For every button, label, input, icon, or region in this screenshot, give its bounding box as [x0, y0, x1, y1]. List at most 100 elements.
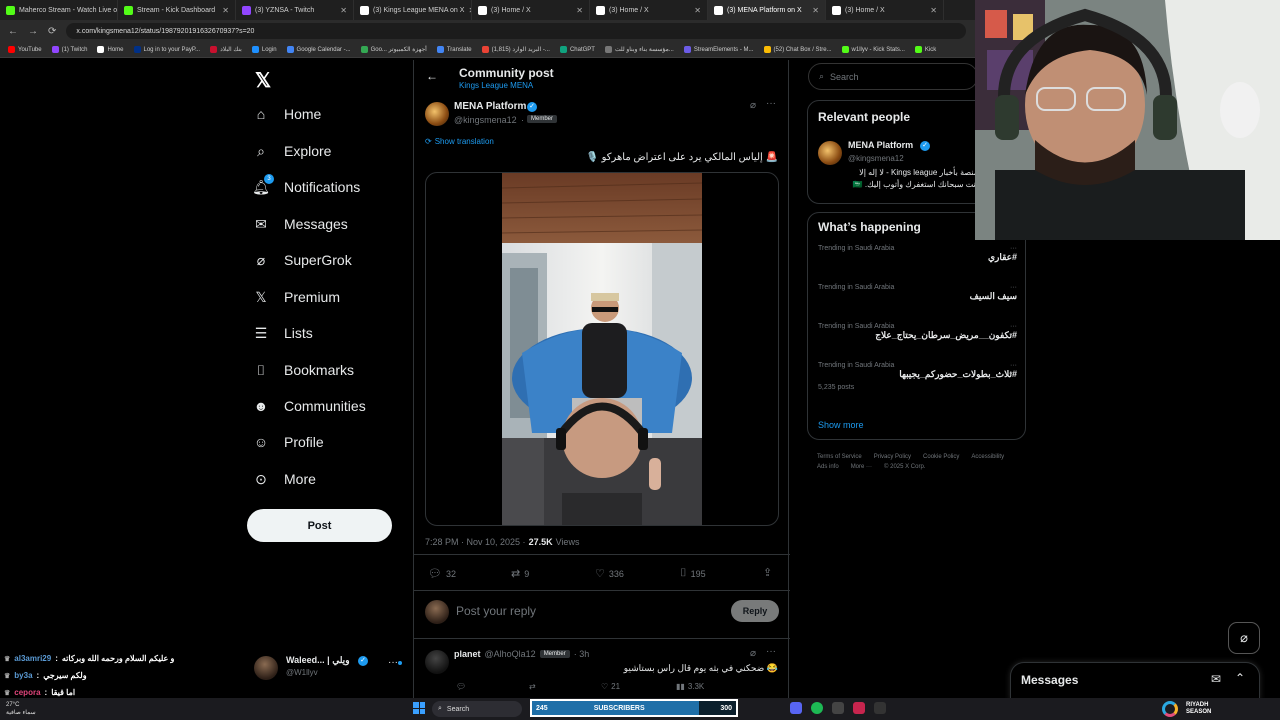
footer-link[interactable]: Cookie Policy [923, 454, 959, 460]
show-more-link[interactable]: Show more [818, 420, 864, 430]
grok-icon[interactable]: ⌀ [750, 648, 756, 659]
bookmark-link[interactable]: w1llyv - Kick Stats... [841, 46, 905, 53]
bookmark-link[interactable]: Log in to your PayP... [133, 46, 200, 53]
more-icon[interactable]: ··· [1010, 245, 1017, 252]
close-icon[interactable]: ✕ [340, 6, 347, 15]
bookmark-link[interactable]: (1) Twitch [51, 46, 87, 53]
browser-tab[interactable]: (3) Home / X ✕ [826, 0, 944, 20]
bookmark-link[interactable]: بنك البلاد [210, 46, 242, 53]
nav-item-profile[interactable]: ☺ Profile [252, 433, 324, 451]
like-action[interactable]: ♡ 21 [601, 682, 620, 691]
close-icon[interactable]: ✕ [576, 6, 583, 15]
browser-tab[interactable]: (3) MENA Platform on X ✕ [708, 0, 826, 20]
app-icon[interactable] [853, 702, 865, 714]
bookmark-link[interactable]: Kick [914, 46, 936, 53]
like-action[interactable]: ♡ 336 [595, 567, 624, 580]
bookmark-link[interactable]: (52) Chat Box / Stre... [763, 46, 832, 53]
reply-input[interactable]: Post your reply [456, 604, 536, 618]
reply-button[interactable]: Reply [731, 600, 779, 622]
nav-item-communities[interactable]: ☻ Communities [252, 397, 366, 415]
trend-item[interactable]: Trending in Saudi Arabia ··· #ثلاث_بطولات_… [818, 362, 1017, 391]
taskbar-search[interactable]: ⌕ Search [432, 701, 522, 717]
footer-link[interactable]: © 2025 X Corp. [884, 464, 925, 470]
show-translation-link[interactable]: ⟳ Show translation [425, 137, 494, 146]
grok-icon[interactable]: ⌀ [750, 100, 756, 111]
close-icon[interactable]: ✕ [222, 6, 229, 15]
browser-tab[interactable]: (3) Kings League MENA on X✕ [354, 0, 472, 20]
app-icon[interactable] [874, 702, 886, 714]
bookmark-action[interactable]: ⌷ 195 [680, 567, 706, 580]
url-field[interactable]: x.com/kingsmena12/status/198792019163267… [66, 23, 967, 39]
app-icon[interactable] [832, 702, 844, 714]
author-name[interactable]: MENA Platform [454, 101, 526, 112]
person-avatar[interactable] [818, 141, 842, 165]
footer-link[interactable]: Accessibility [971, 454, 1004, 460]
bookmark-link[interactable]: Login [251, 46, 277, 53]
messages-drawer[interactable]: Messages ✉ ⌃ [1010, 662, 1260, 700]
timestamp[interactable]: 7:28 PM · Nov 10, 2025 · [425, 537, 526, 547]
bookmark-link[interactable]: مؤسسة بناء وبناو للت... [604, 46, 674, 53]
community-link[interactable]: Kings League MENA [459, 81, 533, 90]
footer-link[interactable]: Terms of Service [817, 454, 862, 460]
nav-item-messages[interactable]: ✉ Messages [252, 215, 348, 233]
footer-link[interactable]: Ads info [817, 464, 839, 470]
video-player[interactable] [502, 173, 702, 525]
grok-floating-icon[interactable]: ⌀ [1228, 622, 1260, 654]
repost-icon[interactable]: ⇄ [529, 682, 536, 691]
bookmark-link[interactable]: Translate [436, 46, 472, 53]
bookmark-link[interactable]: ChatGPT [559, 46, 595, 53]
chat-username[interactable]: al3amri29 [14, 654, 51, 663]
more-icon[interactable]: ··· [766, 646, 776, 657]
footer-link[interactable]: More ··· [851, 464, 872, 470]
author-avatar[interactable] [425, 102, 449, 126]
repost-action[interactable]: ⇄ 9 [511, 567, 529, 580]
more-icon[interactable]: ··· [1010, 284, 1017, 291]
footer-link[interactable]: Privacy Policy [874, 454, 911, 460]
nav-item-more[interactable]: ⊙ More [252, 470, 316, 488]
discord-icon[interactable] [790, 702, 802, 714]
weather-widget[interactable]: 27°C سماء صافية [6, 701, 36, 717]
nav-item-supergrok[interactable]: ⌀ SuperGrok [252, 251, 352, 269]
back-icon[interactable]: ← [8, 26, 18, 37]
account-switcher[interactable]: Waleed... | ويلي ✓ @W1llyv ··· [254, 653, 404, 683]
more-icon[interactable]: ··· [388, 657, 398, 668]
nav-item-lists[interactable]: ☰ Lists [252, 324, 313, 342]
views-action[interactable]: ▮▮ 3.3K [676, 682, 704, 691]
browser-tab[interactable]: (3) Home / X ✕ [472, 0, 590, 20]
bookmark-link[interactable]: (1,815) البريد الوارد -... [481, 46, 550, 53]
chevron-up-icon[interactable]: ⌃ [1235, 671, 1245, 685]
chat-username[interactable]: cepora [14, 688, 40, 697]
nav-item-notifications[interactable]: 🔔︎ 3 Notifications [252, 174, 360, 196]
bookmark-link[interactable]: Home [97, 46, 124, 53]
bookmark-link[interactable]: Goo... أجهزة الكمبيوتر [360, 46, 427, 53]
browser-tab[interactable]: (3) YZNSA - Twitch ✕ [236, 0, 354, 20]
trend-item[interactable]: Trending in Saudi Arabia ··· #تكفون__مريض_… [818, 323, 1017, 345]
reply-action[interactable]: 💬︎ 32 [428, 567, 456, 580]
close-icon[interactable]: ✕ [812, 6, 819, 15]
bookmark-link[interactable]: YouTube [8, 46, 42, 53]
person-handle[interactable]: @kingsmena12 [848, 154, 904, 163]
person-name[interactable]: MENA Platform [848, 140, 913, 150]
more-icon[interactable]: ··· [1010, 362, 1017, 369]
forward-icon[interactable]: → [28, 26, 38, 37]
bookmark-link[interactable]: StreamElements - M... [683, 46, 754, 53]
new-message-icon[interactable]: ✉ [1211, 672, 1221, 686]
x-logo-icon[interactable]: 𝕏 [255, 68, 271, 93]
chat-username[interactable]: by3a [14, 671, 32, 680]
reply-icon[interactable]: 💬︎ [456, 682, 466, 691]
reload-icon[interactable]: ⟳ [48, 26, 56, 37]
post-button[interactable]: Post [247, 509, 392, 542]
browser-tab[interactable]: (3) Home / X ✕ [590, 0, 708, 20]
nav-item-bookmarks[interactable]: ⌷ Bookmarks [252, 361, 354, 379]
more-icon[interactable]: ··· [766, 98, 776, 109]
search-input[interactable]: ⌕ Search [808, 63, 978, 90]
bookmark-link[interactable]: Google Calendar -... [286, 46, 351, 53]
browser-tab[interactable]: Stream - Kick Dashboard ✕ [118, 0, 236, 20]
trend-item[interactable]: Trending in Saudi Arabia ··· #عقاري [818, 245, 1017, 267]
nav-item-explore[interactable]: ⌕ Explore [252, 142, 331, 160]
nav-item-home[interactable]: ⌂ Home [252, 105, 322, 123]
windows-start-icon[interactable] [413, 702, 425, 714]
spotify-icon[interactable] [811, 702, 823, 714]
reply-author-avatar[interactable] [425, 650, 449, 674]
nav-item-premium[interactable]: 𝕏 Premium [252, 288, 340, 306]
